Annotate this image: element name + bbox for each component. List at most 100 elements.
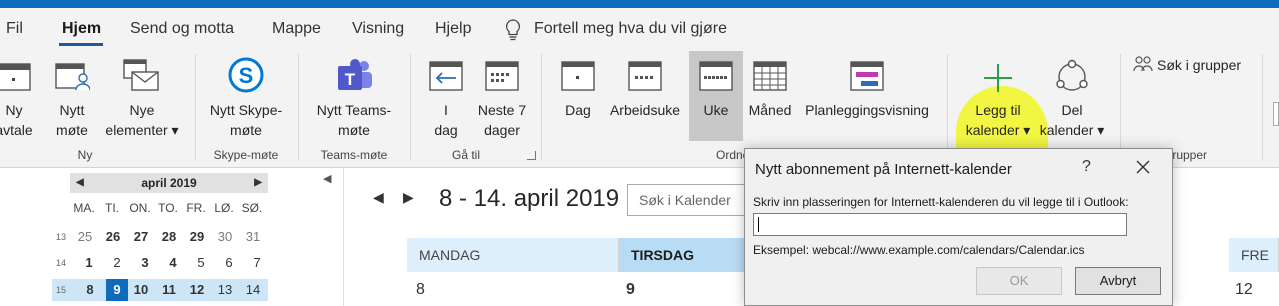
cancel-button[interactable]: Avbryt — [1075, 267, 1161, 295]
next-month-icon[interactable]: ▶ — [254, 173, 262, 193]
skype-icon: S — [228, 57, 264, 93]
mini-calendar-day[interactable]: 6 — [216, 253, 242, 273]
day-header-friday[interactable]: FRE — [1229, 238, 1279, 272]
pane-divider[interactable] — [343, 168, 344, 306]
ok-button[interactable]: OK — [976, 267, 1062, 295]
view-schedule-button[interactable]: Planleggingsvisning — [800, 54, 934, 146]
go-to-today-button[interactable]: I dag — [424, 54, 468, 146]
week-number[interactable]: 13 — [52, 232, 66, 242]
dialog-title: Nytt abonnement på Internett-kalender — [755, 161, 1012, 178]
search-groups-button[interactable]: Søk i grupper — [1130, 54, 1250, 78]
svg-text:T: T — [345, 70, 356, 89]
week-number[interactable]: 15 — [52, 285, 66, 295]
day-view-icon — [561, 61, 595, 91]
dialog-launcher-icon[interactable] — [527, 151, 536, 160]
day-header-tuesday[interactable]: TIRSDAG — [619, 238, 747, 272]
ribbon-separator — [947, 54, 948, 160]
view-month-button[interactable]: Måned — [746, 54, 794, 146]
mini-calendar-day[interactable]: 10 — [128, 280, 154, 300]
mini-calendar-day[interactable]: 8 — [77, 280, 103, 300]
calendar-search-input[interactable]: Søk i Kalender — [627, 184, 757, 216]
next-7-days-icon — [485, 61, 519, 91]
next-week-icon[interactable]: ▶ — [403, 189, 414, 206]
view-workweek-button[interactable]: Arbeidsuke — [606, 54, 684, 146]
tab-hjelp[interactable]: Hjelp — [435, 20, 471, 38]
tab-visning[interactable]: Visning — [352, 20, 404, 38]
calendar-url-input[interactable] — [753, 213, 1127, 236]
view-day-button[interactable]: Dag — [556, 54, 600, 146]
mini-calendar-day[interactable]: 31 — [240, 227, 266, 247]
mini-calendar-header: ◀ april 2019 ▶ — [70, 173, 268, 193]
view-week-button[interactable]: Uke — [689, 51, 743, 141]
mini-calendar-month: april 2019 — [141, 176, 197, 190]
new-teams-meeting-button[interactable]: T Nytt Teams- møte — [308, 54, 400, 146]
mini-calendar-day[interactable]: 12 — [184, 280, 210, 300]
new-skype-meeting-button[interactable]: S Nytt Skype- møte — [204, 54, 288, 146]
workweek-view-icon — [628, 61, 662, 91]
meeting-icon — [55, 63, 90, 91]
day-number-monday: 8 — [416, 281, 425, 298]
schedule-view-icon — [850, 61, 884, 91]
weekday-label: TO. — [158, 201, 178, 215]
mini-calendar-day[interactable]: 14 — [240, 280, 266, 300]
mini-calendar-day[interactable]: 1 — [76, 253, 102, 273]
mini-calendar-day[interactable]: 29 — [184, 227, 210, 247]
next-7-days-button[interactable]: Neste 7 dager — [474, 54, 530, 146]
mini-calendar-day[interactable]: 13 — [212, 280, 238, 300]
mini-calendar-day[interactable]: 25 — [72, 227, 98, 247]
group-label-skype: Skype-møte — [213, 148, 279, 162]
mini-calendar-day[interactable]: 26 — [100, 227, 126, 247]
dialog-prompt: Skriv inn plasseringen for Internett-kal… — [753, 195, 1129, 209]
collapse-pane-icon[interactable]: ◀ — [323, 172, 331, 185]
mini-calendar-day[interactable]: 4 — [160, 253, 186, 273]
mini-calendar-day[interactable]: 30 — [212, 227, 238, 247]
weekday-label: MA. — [73, 201, 95, 215]
ribbon-separator — [1120, 54, 1121, 160]
weekday-label: LØ. — [214, 201, 234, 215]
close-icon[interactable] — [1133, 157, 1153, 177]
mini-calendar-day[interactable]: 11 — [156, 280, 182, 300]
mini-calendar-day[interactable]: 28 — [156, 227, 182, 247]
weekday-label: SØ. — [241, 201, 263, 215]
week-number[interactable]: 14 — [52, 258, 66, 268]
ribbon-separator — [541, 54, 542, 160]
share-icon — [1056, 59, 1088, 91]
title-bar-strip — [0, 0, 1279, 8]
plus-icon — [984, 64, 1012, 92]
help-button[interactable]: ? — [1082, 158, 1091, 176]
ribbon-separator — [195, 54, 196, 160]
envelope-calendar-icon — [123, 59, 159, 91]
new-appointment-button[interactable]: Ny avtale — [0, 54, 36, 146]
add-calendar-dropdown[interactable]: Legg til kalender ▾ — [958, 54, 1038, 146]
previous-week-icon[interactable]: ◀ — [373, 189, 384, 206]
mini-calendar-day[interactable]: 5 — [188, 253, 214, 273]
tab-hjem[interactable]: Hjem — [62, 20, 101, 38]
weekday-label: TI. — [105, 201, 119, 215]
prev-month-icon[interactable]: ◀ — [76, 173, 84, 193]
weekday-label: FR. — [186, 201, 206, 215]
lightbulb-icon[interactable] — [503, 18, 523, 42]
active-tab-indicator — [59, 43, 103, 46]
mini-calendar-day[interactable]: 2 — [104, 253, 130, 273]
new-items-dropdown[interactable]: Nye elementer ▾ — [100, 54, 184, 146]
weekday-label: ON. — [129, 201, 151, 215]
ribbon-overflow-box[interactable] — [1273, 102, 1279, 126]
tell-me-search[interactable]: Fortell meg hva du vil gjøre — [534, 20, 727, 38]
day-header-monday[interactable]: MANDAG — [407, 238, 619, 272]
mini-calendar-day[interactable]: 7 — [244, 253, 270, 273]
new-meeting-button[interactable]: Nytt møte — [50, 54, 94, 146]
people-icon — [1133, 56, 1153, 72]
ribbon-tab-bar: Fil Hjem Send og motta Mappe Visning Hje… — [0, 8, 1279, 50]
share-calendar-dropdown[interactable]: Del kalender ▾ — [1034, 54, 1110, 146]
group-label-goto: Gå til — [451, 148, 480, 162]
mini-calendar-day[interactable]: 27 — [128, 227, 154, 247]
tab-mappe[interactable]: Mappe — [272, 20, 321, 38]
month-view-icon — [753, 61, 787, 91]
mini-calendar-today[interactable]: 9 — [106, 279, 128, 301]
ribbon-separator — [410, 54, 411, 160]
tab-fil[interactable]: Fil — [6, 20, 23, 38]
day-number-friday: 12 — [1235, 281, 1253, 298]
tab-send-og-motta[interactable]: Send og motta — [130, 20, 234, 38]
mini-calendar-day[interactable]: 3 — [132, 253, 158, 273]
group-label-ny: Ny — [77, 148, 93, 162]
